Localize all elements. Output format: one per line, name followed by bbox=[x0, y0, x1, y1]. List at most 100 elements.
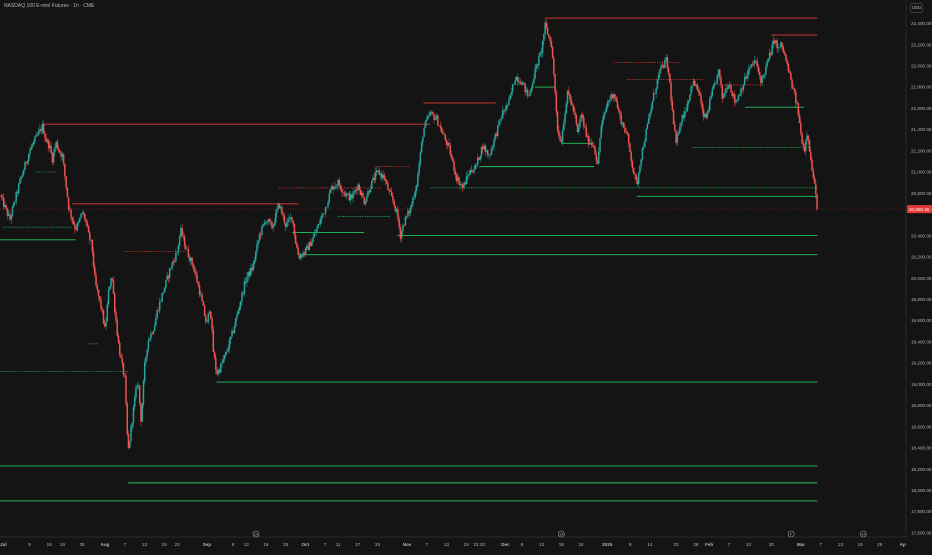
candle-body bbox=[292, 220, 294, 224]
candle-body bbox=[700, 95, 702, 104]
candle-body bbox=[509, 94, 511, 100]
candle-up bbox=[641, 146, 644, 162]
candle-body bbox=[645, 129, 647, 141]
candle-body bbox=[101, 308, 104, 310]
candle-up bbox=[235, 317, 237, 328]
candle-body bbox=[321, 215, 323, 220]
candle-body bbox=[591, 144, 594, 146]
candle-body bbox=[631, 161, 634, 168]
candle-body bbox=[152, 330, 155, 335]
time-tick-label: 15 bbox=[47, 542, 53, 547]
candle-body bbox=[766, 61, 768, 67]
candle-body bbox=[235, 318, 237, 327]
time-tick-label: 28 bbox=[693, 542, 699, 547]
candle-body bbox=[563, 123, 565, 131]
candle-body bbox=[558, 130, 560, 137]
candle-body bbox=[647, 118, 650, 125]
candle-body bbox=[57, 148, 60, 151]
candle-body bbox=[343, 192, 346, 194]
candle-body bbox=[362, 192, 364, 198]
candle-body bbox=[176, 251, 178, 253]
candle-down bbox=[202, 300, 205, 306]
candle-body bbox=[510, 91, 513, 95]
candle-body bbox=[183, 236, 186, 247]
candle-body bbox=[286, 221, 288, 227]
candle-body bbox=[155, 317, 157, 326]
candle-body bbox=[358, 184, 360, 190]
candle-body bbox=[473, 169, 475, 173]
candle-body bbox=[365, 196, 368, 202]
candle-body bbox=[383, 174, 385, 179]
candle-body bbox=[205, 315, 207, 322]
candle-body bbox=[12, 202, 15, 208]
candle-up bbox=[323, 213, 326, 215]
candle-body bbox=[423, 127, 425, 138]
chart-area[interactable]: 22,400.00 22,200.00 22,000.00 21,800.00 21,6… bbox=[0, 0, 932, 550]
candle-body bbox=[597, 151, 600, 164]
candle-body bbox=[404, 217, 407, 226]
candle-body bbox=[676, 134, 679, 143]
candle-body bbox=[616, 101, 619, 108]
candle-body bbox=[813, 177, 816, 184]
time-tick-label: 19 bbox=[60, 542, 66, 547]
candle-body bbox=[153, 325, 156, 331]
candle-body bbox=[42, 124, 45, 134]
price-tick-label: 17,600.00 bbox=[911, 530, 932, 535]
candle-down bbox=[554, 73, 556, 95]
candle-body bbox=[607, 101, 610, 103]
candle-body bbox=[428, 115, 430, 117]
candle-body bbox=[640, 159, 642, 166]
candle-body bbox=[595, 153, 598, 161]
event-marker: 14 bbox=[252, 530, 260, 538]
candle-body bbox=[273, 222, 276, 226]
candle-body bbox=[56, 141, 59, 149]
candle-body bbox=[123, 374, 126, 376]
candle-body bbox=[213, 351, 216, 358]
candlestick-chart[interactable]: 22,400.00 22,200.00 22,000.00 21,800.00 21,6… bbox=[0, 0, 932, 550]
candle-body bbox=[677, 132, 680, 135]
candle-body bbox=[783, 52, 786, 55]
candle-body bbox=[243, 281, 246, 294]
candle-body bbox=[410, 204, 413, 208]
last-price-label: 20,650.25 bbox=[909, 207, 930, 212]
candle-body bbox=[313, 233, 316, 238]
candle-body bbox=[685, 110, 687, 112]
candle-body bbox=[583, 117, 585, 127]
candle-body bbox=[146, 349, 148, 357]
candle-body bbox=[257, 240, 259, 245]
candle-body bbox=[17, 183, 20, 193]
candle-down bbox=[669, 73, 671, 84]
candle-body bbox=[575, 114, 578, 124]
time-tick-label: 25 bbox=[877, 542, 883, 547]
candle-body bbox=[711, 89, 714, 97]
candle-body bbox=[389, 190, 392, 192]
candle-body bbox=[132, 406, 135, 423]
candle-body bbox=[319, 219, 322, 224]
candle-body bbox=[414, 190, 417, 197]
time-tick-label: 7 bbox=[425, 542, 428, 547]
candle-body bbox=[141, 405, 143, 422]
time-tick-label: 13 bbox=[444, 542, 450, 547]
candle-body bbox=[489, 154, 491, 156]
currency-badge[interactable]: USD bbox=[910, 3, 923, 13]
price-tick-label: 21,200.00 bbox=[911, 148, 932, 153]
candle-body bbox=[29, 150, 31, 155]
candle-body bbox=[196, 274, 198, 283]
candle-body bbox=[52, 152, 55, 163]
candle-body bbox=[519, 81, 521, 84]
candle-body bbox=[314, 232, 317, 234]
symbol-title[interactable]: NASDAQ 100 E-mini Futures · 1h · CME bbox=[4, 3, 94, 9]
candle-body bbox=[233, 326, 236, 333]
candle-body bbox=[790, 73, 792, 80]
time-tick-label: 19 bbox=[464, 542, 470, 547]
candle-body bbox=[516, 76, 519, 82]
candle-body bbox=[594, 146, 596, 154]
candle-body bbox=[32, 141, 35, 145]
candle-body bbox=[329, 189, 332, 194]
candle-up bbox=[141, 402, 143, 422]
candle-body bbox=[458, 177, 460, 185]
time-tick-label: 18 bbox=[559, 542, 565, 547]
candle-body bbox=[126, 403, 128, 434]
candle-body bbox=[553, 58, 555, 75]
time-tick-label: Sep bbox=[203, 542, 212, 547]
